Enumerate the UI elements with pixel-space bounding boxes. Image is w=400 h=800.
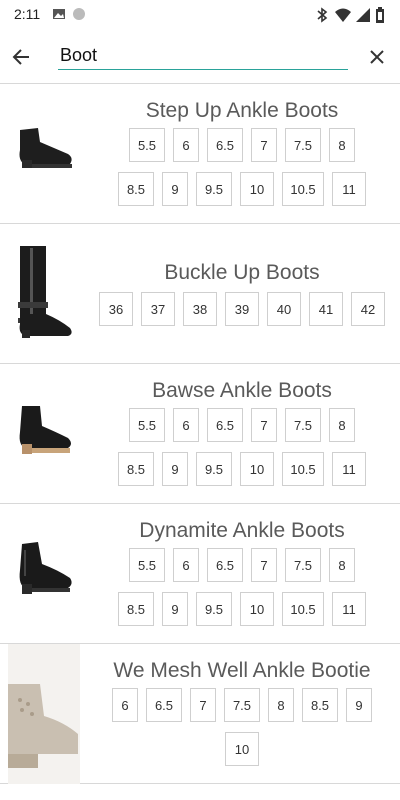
size-option[interactable]: 10 — [240, 452, 274, 486]
size-option[interactable]: 5.5 — [129, 548, 165, 582]
back-button[interactable] — [6, 40, 36, 74]
product-image — [14, 120, 76, 177]
size-option[interactable]: 37 — [141, 292, 175, 326]
size-option[interactable]: 36 — [99, 292, 133, 326]
size-option[interactable]: 7 — [251, 128, 277, 162]
size-option[interactable]: 6.5 — [207, 408, 243, 442]
size-option[interactable]: 10 — [240, 172, 274, 206]
product-card[interactable]: Step Up Ankle Boots 5.5 6 6.5 7 7.5 8 8.… — [0, 84, 400, 224]
size-option[interactable]: 38 — [183, 292, 217, 326]
size-list: 5.5 6 6.5 7 7.5 8 8.5 9 9.5 10 10.5 11 — [84, 548, 400, 636]
size-option[interactable]: 10.5 — [282, 452, 324, 486]
size-option[interactable]: 6 — [173, 408, 199, 442]
close-icon — [370, 50, 384, 64]
size-option[interactable]: 11 — [332, 172, 366, 206]
size-option[interactable]: 42 — [351, 292, 385, 326]
product-card[interactable]: Bawse Ankle Boots 5.5 6 6.5 7 7.5 8 8.5 … — [0, 364, 400, 504]
size-option[interactable]: 9.5 — [196, 452, 232, 486]
size-option[interactable]: 8.5 — [302, 688, 338, 722]
product-image — [16, 244, 76, 345]
size-option[interactable]: 8 — [329, 128, 355, 162]
size-option[interactable]: 8 — [329, 548, 355, 582]
size-option[interactable]: 11 — [332, 592, 366, 626]
size-option[interactable]: 9 — [162, 452, 188, 486]
size-option[interactable]: 6.5 — [146, 688, 182, 722]
image-icon — [52, 7, 66, 26]
size-option[interactable]: 8 — [268, 688, 294, 722]
clear-search-button[interactable] — [362, 42, 392, 72]
product-name: Step Up Ankle Boots — [145, 99, 339, 122]
status-time: 2:11 — [14, 6, 41, 22]
bluetooth-icon — [316, 7, 328, 28]
size-option[interactable]: 9.5 — [196, 172, 232, 206]
size-option[interactable]: 6 — [173, 128, 199, 162]
product-name: Buckle Up Boots — [164, 261, 320, 284]
size-option[interactable]: 11 — [332, 452, 366, 486]
arrow-left-icon — [12, 49, 29, 65]
product-name: We Mesh Well Ankle Bootie — [113, 659, 371, 682]
size-option[interactable]: 8.5 — [118, 592, 154, 626]
size-option[interactable]: 8 — [329, 408, 355, 442]
size-list: 5.5 6 6.5 7 7.5 8 8.5 9 9.5 10 10.5 11 — [84, 408, 400, 496]
size-option[interactable]: 7 — [190, 688, 216, 722]
product-card[interactable]: Dynamite Ankle Boots 5.5 6 6.5 7 7.5 8 8… — [0, 504, 400, 644]
size-option[interactable]: 39 — [225, 292, 259, 326]
size-option[interactable]: 7 — [251, 548, 277, 582]
size-option[interactable]: 10.5 — [282, 172, 324, 206]
wifi-icon — [334, 7, 352, 28]
size-option[interactable]: 7.5 — [224, 688, 260, 722]
size-option[interactable]: 6.5 — [207, 548, 243, 582]
size-option[interactable]: 6.5 — [207, 128, 243, 162]
product-image — [14, 402, 76, 463]
size-option[interactable]: 10 — [240, 592, 274, 626]
search-field — [58, 42, 348, 72]
product-image — [14, 540, 76, 603]
size-list: 6 6.5 7 7.5 8 8.5 9 10 — [84, 688, 400, 776]
status-bar: 2:11 — [0, 0, 400, 30]
size-option[interactable]: 5.5 — [129, 408, 165, 442]
search-input[interactable] — [58, 42, 348, 68]
product-card[interactable]: Buckle Up Boots 36 37 38 39 40 41 42 — [0, 224, 400, 364]
size-option[interactable]: 10.5 — [282, 592, 324, 626]
size-option[interactable]: 41 — [309, 292, 343, 326]
size-option[interactable]: 9 — [162, 592, 188, 626]
size-option[interactable]: 6 — [112, 688, 138, 722]
size-option[interactable]: 7.5 — [285, 408, 321, 442]
size-option[interactable]: 8.5 — [118, 172, 154, 206]
product-card[interactable]: We Mesh Well Ankle Bootie 6 6.5 7 7.5 8 … — [0, 644, 400, 784]
size-option[interactable]: 8.5 — [118, 452, 154, 486]
size-option[interactable]: 10 — [225, 732, 259, 766]
size-option[interactable]: 9 — [346, 688, 372, 722]
circle-icon — [72, 7, 86, 26]
size-option[interactable]: 7.5 — [285, 128, 321, 162]
search-bar — [0, 30, 400, 84]
size-list: 36 37 38 39 40 41 42 — [84, 292, 400, 336]
size-option[interactable]: 40 — [267, 292, 301, 326]
size-option[interactable]: 7 — [251, 408, 277, 442]
size-option[interactable]: 7.5 — [285, 548, 321, 582]
results-list: Step Up Ankle Boots 5.5 6 6.5 7 7.5 8 8.… — [0, 84, 400, 784]
size-option[interactable]: 5.5 — [129, 128, 165, 162]
product-name: Bawse Ankle Boots — [152, 379, 332, 402]
product-name: Dynamite Ankle Boots — [139, 519, 345, 542]
size-list: 5.5 6 6.5 7 7.5 8 8.5 9 9.5 10 10.5 11 — [84, 128, 400, 216]
product-image — [8, 644, 80, 789]
size-option[interactable]: 6 — [173, 548, 199, 582]
size-option[interactable]: 9.5 — [196, 592, 232, 626]
signal-icon — [355, 7, 371, 28]
battery-icon — [375, 7, 385, 28]
search-underline — [58, 69, 348, 70]
size-option[interactable]: 9 — [162, 172, 188, 206]
